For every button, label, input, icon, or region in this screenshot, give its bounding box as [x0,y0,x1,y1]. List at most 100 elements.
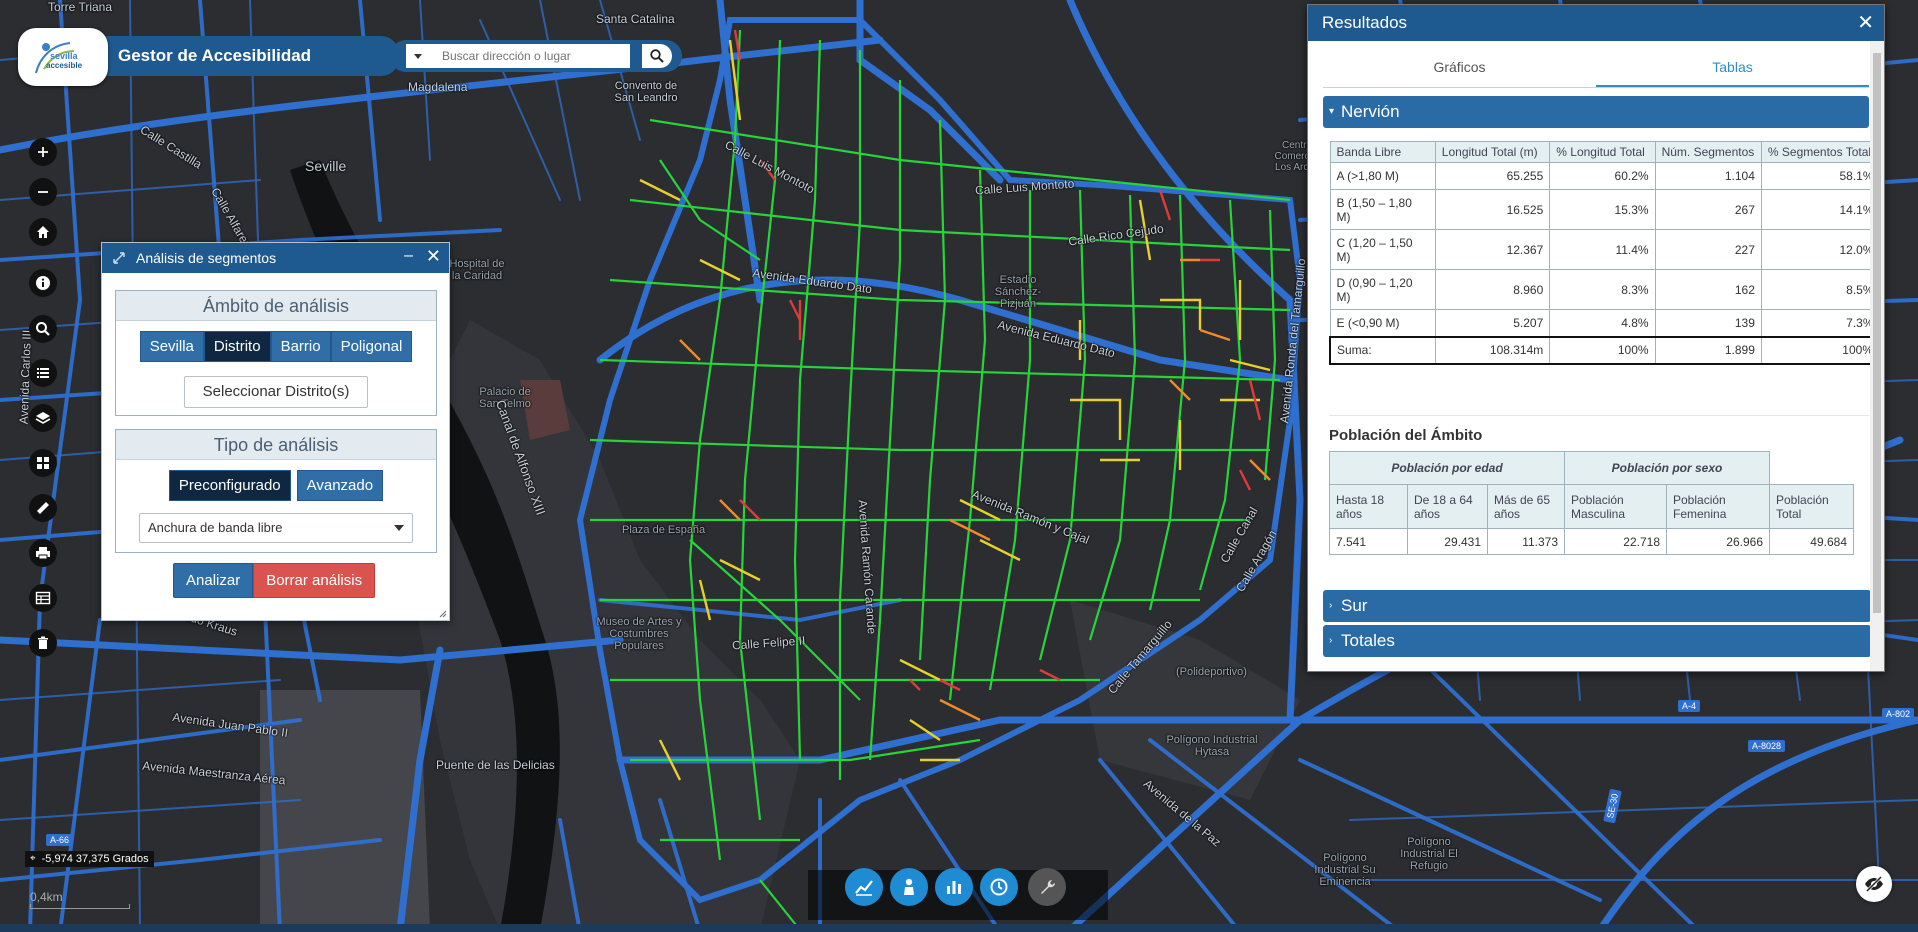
os-taskbar [0,924,1918,932]
segments-col-header: Núm. Segmentos [1654,141,1762,163]
accordion-totales[interactable]: › Totales [1323,625,1871,657]
minimize-icon[interactable]: – [404,247,413,265]
close-icon[interactable]: ✕ [426,246,441,267]
tab-tablas[interactable]: Tablas [1596,51,1869,87]
table-row: 7.541 29.431 11.373 22.718 26.966 49.684 [1329,528,1854,555]
divider [1329,415,1869,416]
home-icon [37,226,49,238]
tab-graficos[interactable]: Gráficos [1323,51,1596,87]
line-chart-icon [855,880,873,896]
results-scrollbar[interactable] [1870,41,1884,671]
over-65-header: Más de 65 años [1487,484,1565,529]
table-cell: 26.966 [1666,528,1770,555]
population-table: Población por edad Población por sexo Ha… [1329,451,1854,555]
caret-down-icon: ▾ [1329,106,1335,117]
scope-poligonal-button[interactable]: Poligonal [330,331,413,362]
table-row: A (>1,80 M) 65.255 60.2% 1.104 58.1% [1329,162,1881,190]
home-button[interactable] [29,218,57,246]
print-button[interactable] [29,539,57,567]
search-box [390,40,682,72]
crosshair-icon: ⌖ [30,853,36,864]
analysis-variable-value: Anchura de banda libre [148,520,283,535]
analysis-panel: Análisis de segmentos – ✕ Ámbito de anál… [101,242,450,621]
table-cell: 267 [1654,189,1762,230]
search-button[interactable] [642,44,672,68]
preconfigured-button[interactable]: Preconfigurado [168,470,291,501]
trash-icon [38,636,48,649]
svg-text:sevilla: sevilla [50,51,79,61]
table-cell: D (0,90 – 1,20 M) [1329,269,1436,310]
table-cell: C (1,20 – 1,50 M) [1329,229,1436,270]
info-button[interactable] [29,269,57,297]
male-header: Población Masculina [1564,484,1667,529]
table-cell: 12.0% [1760,229,1881,270]
close-icon[interactable]: ✕ [1857,5,1874,41]
table-button[interactable] [29,584,57,612]
scope-barrio-button[interactable]: Barrio [270,331,331,362]
table-cell: 12.367 [1434,229,1551,270]
population-col-header: Hasta 18 años De 18 a 64 años Más de 65 … [1329,484,1854,529]
select-district-button[interactable]: Seleccionar Distrito(s) [184,376,368,408]
search-tool-button[interactable] [29,315,57,343]
bar-chart-button[interactable] [935,868,973,906]
table-cell: 4.8% [1549,309,1656,337]
search-scope-dropdown[interactable] [406,44,430,68]
resize-handle-icon[interactable] [439,610,447,618]
results-panel-header[interactable]: Resultados ✕ [1308,5,1884,41]
results-panel: Resultados ✕ Gráficos Tablas ▾ Nervión B… [1307,4,1885,672]
female-header: Población Femenina [1666,484,1770,529]
delete-button[interactable] [29,629,57,657]
accordion-sur[interactable]: › Sur [1323,590,1871,622]
table-cell: 14.1% [1760,189,1881,230]
layers-button[interactable] [29,404,57,432]
settings-button[interactable] [1028,868,1066,906]
zoom-in-button[interactable] [29,138,57,166]
table-cell: 29.431 [1407,528,1488,555]
history-button[interactable] [980,868,1018,906]
list-button[interactable] [29,359,57,387]
table-cell: 139 [1654,309,1762,337]
print-icon [36,547,50,560]
search-input[interactable] [430,44,630,68]
coordinates-readout: ⌖ -5,974 37,375 Grados [25,851,154,867]
table-cell: 5.207 [1434,309,1551,337]
bar-chart-icon [947,881,961,894]
analysis-panel-title: Análisis de segmentos [136,250,277,266]
zoom-out-button[interactable] [29,178,57,206]
analysis-variable-select[interactable]: Anchura de banda libre [139,513,413,543]
accordion-totales-label: Totales [1341,631,1395,650]
clear-analysis-button[interactable]: Borrar análisis [253,563,376,598]
resize-diagonal-icon [113,252,125,264]
table-icon [35,591,51,605]
accordion-nervion[interactable]: ▾ Nervión [1323,96,1869,128]
measure-button[interactable] [29,494,57,522]
table-cell: 11.373 [1487,528,1565,555]
scope-section-header: Ámbito de análisis [116,291,436,321]
person-button[interactable] [890,868,928,906]
table-cell: E (<0,90 M) [1329,309,1436,337]
app-logo[interactable]: sevilla accesible [18,28,108,86]
toggle-visibility-button[interactable] [1856,866,1892,902]
table-cell: 60.2% [1549,162,1656,190]
analysis-type-button-group: Preconfigurado Avanzado [116,470,436,501]
table-cell: Suma: [1328,335,1436,365]
search-icon [650,49,664,63]
grid-button[interactable] [29,449,57,477]
analysis-panel-header[interactable]: Análisis de segmentos [102,243,449,273]
line-chart-button[interactable] [845,868,883,906]
scope-distrito-button[interactable]: Distrito [203,331,271,362]
advanced-button[interactable]: Avanzado [296,470,384,501]
clock-icon [990,878,1008,896]
table-cell: 7.541 [1329,528,1408,555]
logo-mark: sevilla accesible [30,37,96,77]
list-icon [37,368,49,378]
logo-graphic: sevilla accesible [35,42,83,74]
analyze-button[interactable]: Analizar [173,563,254,598]
scrollbar-thumb[interactable] [1873,53,1881,613]
table-row: D (0,90 – 1,20 M) 8.960 8.3% 162 8.5% [1329,269,1881,310]
table-cell: 8.3% [1549,269,1656,310]
band-col-header: Banda Libre [1329,141,1436,163]
scope-sevilla-button[interactable]: Sevilla [139,331,204,362]
table-row: C (1,20 – 1,50 M) 12.367 11.4% 227 12.0% [1329,229,1881,270]
table-cell: 65.255 [1434,162,1551,190]
